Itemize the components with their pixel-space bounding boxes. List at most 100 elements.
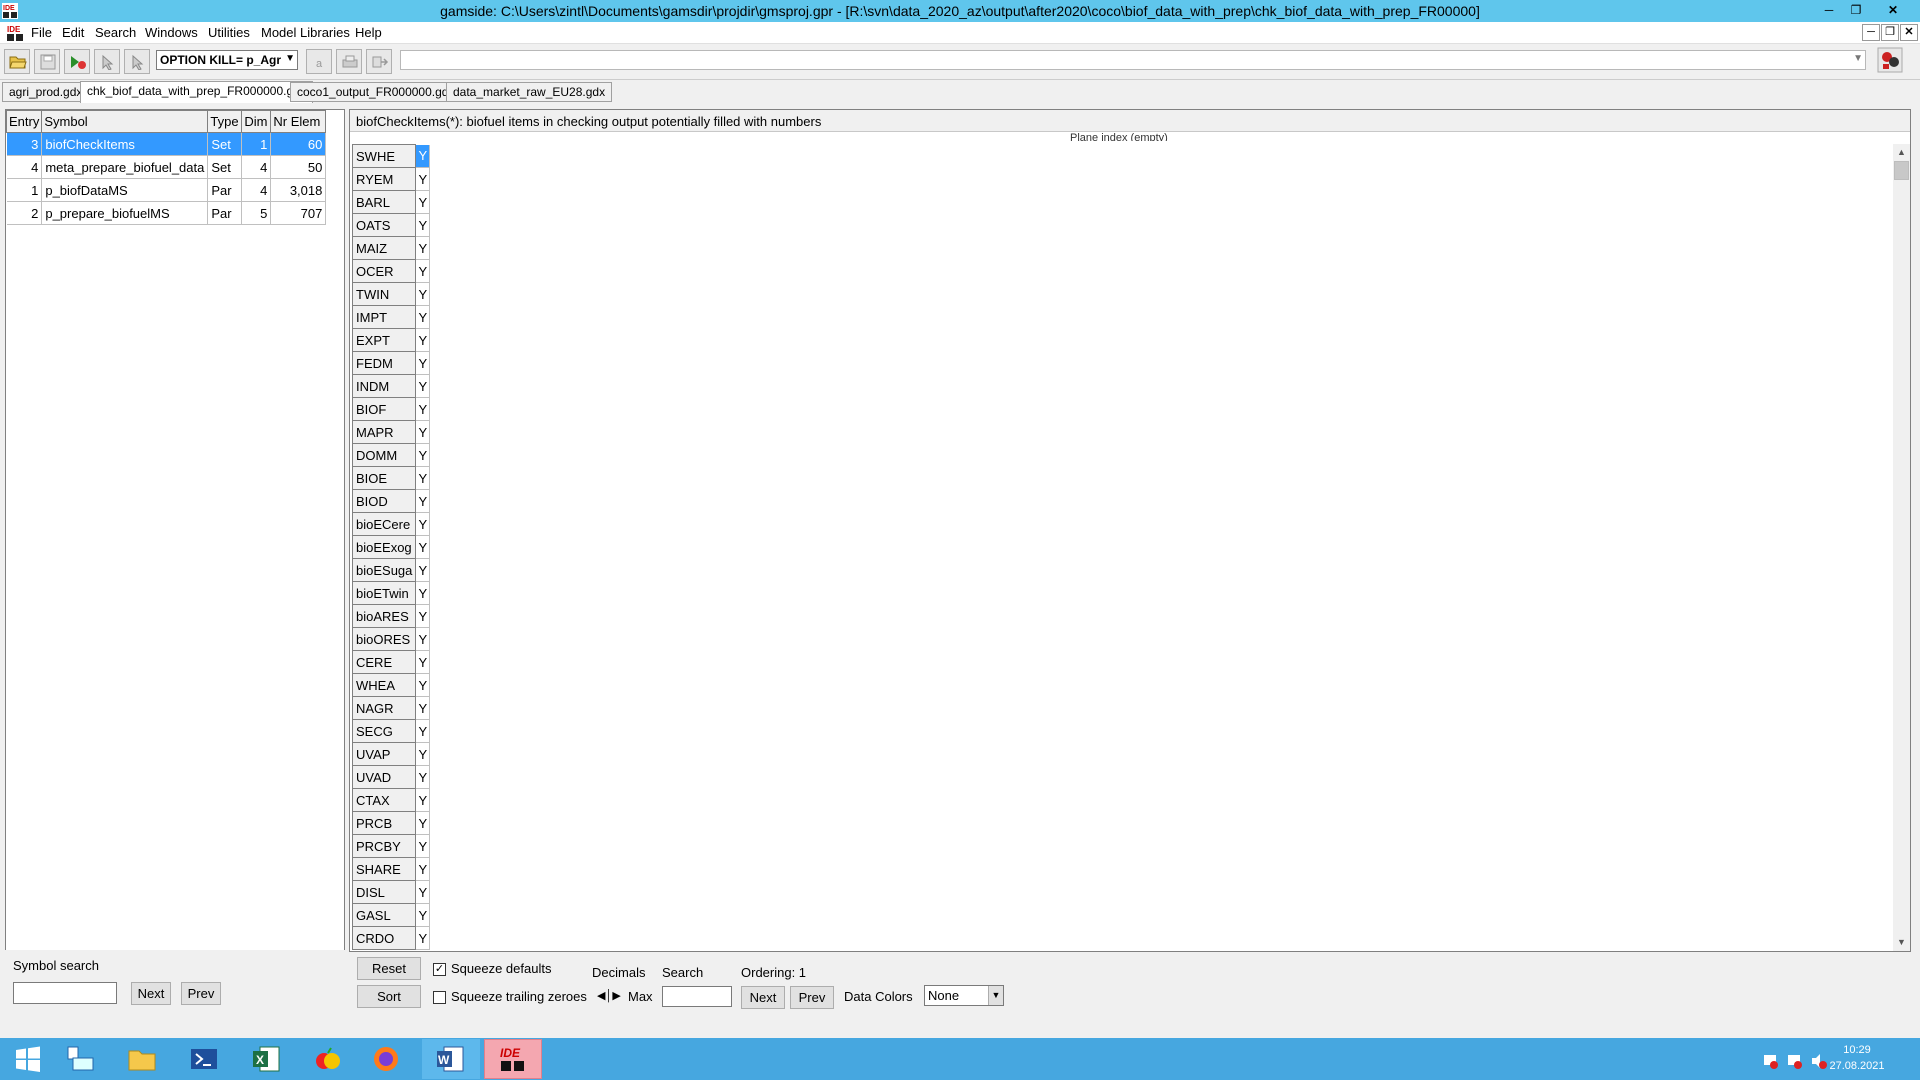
grid-row[interactable]: CERE Y	[351, 650, 431, 674]
grid-cell-value[interactable]: Y	[415, 144, 431, 168]
grid-row[interactable]: SWHE Y	[351, 144, 431, 168]
close-button[interactable]: ✕	[1882, 1, 1904, 19]
grid-row[interactable]: MAPR Y	[351, 420, 431, 444]
grid-row[interactable]: bioETwin Y	[351, 581, 431, 605]
column-header-entry[interactable]: Entry	[5, 110, 43, 133]
forward-button[interactable]	[366, 49, 392, 74]
grid-cell-value[interactable]: Y	[415, 420, 431, 444]
taskbar-powershell[interactable]	[176, 1039, 234, 1079]
menu-model-libraries[interactable]: Model Libraries	[261, 25, 350, 40]
grid-row[interactable]: IMPT Y	[351, 305, 431, 329]
symbol-search-input[interactable]	[13, 982, 117, 1004]
menu-edit[interactable]: Edit	[62, 25, 84, 40]
menu-file[interactable]: File	[31, 25, 52, 40]
grid-cell-value[interactable]: Y	[415, 282, 431, 306]
symbol-row[interactable]: 3 biofCheckItems Set 1 60	[6, 132, 327, 156]
grid-row[interactable]: GASL Y	[351, 903, 431, 927]
save-button[interactable]	[34, 49, 60, 74]
grid-row[interactable]: UVAD Y	[351, 765, 431, 789]
grid-cell-value[interactable]: Y	[415, 903, 431, 927]
grid-row[interactable]: PRCB Y	[351, 811, 431, 835]
tab-chk-biof-data[interactable]: chk_biof_data_with_prep_FR000000.gdx	[80, 81, 313, 103]
data-search-next-button[interactable]: Next	[741, 986, 785, 1009]
scroll-down-icon[interactable]: ▼	[1893, 934, 1910, 951]
gams-ide-icon[interactable]: IDE	[6, 24, 24, 42]
grid-row[interactable]: BIOD Y	[351, 489, 431, 513]
data-search-prev-button[interactable]: Prev	[790, 986, 834, 1009]
vertical-scrollbar[interactable]: ▲ ▼	[1893, 144, 1910, 951]
grid-row[interactable]: bioORES Y	[351, 627, 431, 651]
grid-cell-value[interactable]: Y	[415, 627, 431, 651]
data-colors-select[interactable]: None ▼	[924, 985, 1004, 1006]
grid-cell-value[interactable]: Y	[415, 328, 431, 352]
grid-cell-value[interactable]: Y	[415, 558, 431, 582]
grid-row[interactable]: INDM Y	[351, 374, 431, 398]
grid-cell-value[interactable]: Y	[415, 397, 431, 421]
sort-button[interactable]: Sort	[357, 985, 421, 1008]
grid-cell-value[interactable]: Y	[415, 581, 431, 605]
grid-row[interactable]: SECG Y	[351, 719, 431, 743]
taskbar-explorer[interactable]	[114, 1039, 172, 1079]
minimize-button[interactable]: ─	[1818, 1, 1840, 19]
symbol-row[interactable]: 1 p_biofDataMS Par 4 3,018	[6, 178, 327, 202]
squeeze-defaults-checkbox[interactable]: ✓	[433, 963, 446, 976]
tab-data-market-raw[interactable]: data_market_raw_EU28.gdx	[446, 82, 613, 102]
option-select[interactable]: OPTION KILL= p_Agr ▼	[156, 50, 298, 70]
column-header-dim[interactable]: Dim	[241, 110, 272, 133]
taskbar-excel[interactable]: X	[238, 1039, 296, 1079]
scroll-thumb[interactable]	[1894, 161, 1909, 180]
grid-cell-value[interactable]: Y	[415, 305, 431, 329]
column-header-type[interactable]: Type	[207, 110, 243, 133]
grid-row[interactable]: bioEExog Y	[351, 535, 431, 559]
run-gams-button[interactable]	[64, 49, 90, 74]
grid-cell-value[interactable]: Y	[415, 834, 431, 858]
grid-cell-value[interactable]: Y	[415, 696, 431, 720]
pointer-down-button[interactable]	[124, 49, 150, 74]
grid-cell-value[interactable]: Y	[415, 765, 431, 789]
menu-windows[interactable]: Windows	[145, 25, 198, 40]
grid-row[interactable]: bioARES Y	[351, 604, 431, 628]
grid-row[interactable]: bioESuga Y	[351, 558, 431, 582]
grid-row[interactable]: FEDM Y	[351, 351, 431, 375]
grid-cell-value[interactable]: Y	[415, 719, 431, 743]
grid-cell-value[interactable]: Y	[415, 167, 431, 191]
grid-cell-value[interactable]: Y	[415, 213, 431, 237]
grid-cell-value[interactable]: Y	[415, 650, 431, 674]
grid-row[interactable]: DOMM Y	[351, 443, 431, 467]
grid-cell-value[interactable]: Y	[415, 673, 431, 697]
grid-cell-value[interactable]: Y	[415, 811, 431, 835]
grid-cell-value[interactable]: Y	[415, 466, 431, 490]
column-header-symbol[interactable]: Symbol	[41, 110, 209, 133]
mdi-close-button[interactable]: ✕	[1900, 24, 1918, 41]
grid-cell-value[interactable]: Y	[415, 236, 431, 260]
symbol-search-next-button[interactable]: Next	[131, 982, 171, 1005]
grid-row[interactable]: BARL Y	[351, 190, 431, 214]
grid-row[interactable]: OATS Y	[351, 213, 431, 237]
menu-utilities[interactable]: Utilities	[208, 25, 250, 40]
grid-cell-value[interactable]: Y	[415, 190, 431, 214]
grid-cell-value[interactable]: Y	[415, 374, 431, 398]
grid-row[interactable]: BIOE Y	[351, 466, 431, 490]
grid-row[interactable]: BIOF Y	[351, 397, 431, 421]
grid-row[interactable]: NAGR Y	[351, 696, 431, 720]
data-search-input[interactable]	[662, 986, 732, 1007]
tab-coco1-output[interactable]: coco1_output_FR000000.gdx	[290, 82, 462, 102]
grid-cell-value[interactable]: Y	[415, 512, 431, 536]
toolbar-a-button[interactable]: a	[306, 49, 332, 74]
grid-cell-value[interactable]: Y	[415, 857, 431, 881]
mdi-restore-button[interactable]: ❐	[1881, 24, 1899, 41]
grid-cell-value[interactable]: Y	[415, 489, 431, 513]
grid-row[interactable]: WHEA Y	[351, 673, 431, 697]
restore-button[interactable]: ❐	[1845, 1, 1867, 19]
grid-cell-value[interactable]: Y	[415, 880, 431, 904]
command-input[interactable]: ▼	[400, 50, 1866, 70]
grid-row[interactable]: RYEM Y	[351, 167, 431, 191]
grid-row[interactable]: SHARE Y	[351, 857, 431, 881]
grid-cell-value[interactable]: Y	[415, 604, 431, 628]
grid-cell-value[interactable]: Y	[415, 535, 431, 559]
taskbar-fruit-app[interactable]	[300, 1039, 358, 1079]
print-button[interactable]	[336, 49, 362, 74]
grid-cell-value[interactable]: Y	[415, 926, 431, 950]
grid-row[interactable]: UVAP Y	[351, 742, 431, 766]
mdi-minimize-button[interactable]: ─	[1862, 24, 1880, 41]
